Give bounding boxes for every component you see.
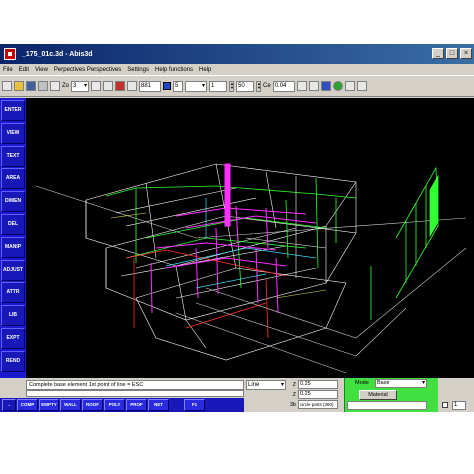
z-label-b: Z bbox=[292, 391, 296, 398]
refresh-icon[interactable] bbox=[115, 81, 126, 91]
green-fence bbox=[370, 166, 439, 320]
tab-comp[interactable]: COMP bbox=[17, 399, 38, 411]
ground-plane bbox=[35, 185, 467, 374]
ce-field[interactable]: 0.04 bbox=[272, 80, 295, 92]
field-fifty[interactable]: 50 bbox=[236, 80, 255, 92]
mode-panel: Mode Base Material bbox=[344, 378, 438, 412]
z-params: Z 0.25 Z 0.25 3b circle parts (360) bbox=[288, 380, 342, 412]
close-icon[interactable]: × bbox=[460, 48, 472, 59]
tab-roof[interactable]: ROOF bbox=[82, 399, 103, 411]
menu-edit[interactable]: Edit bbox=[19, 67, 29, 73]
undo-icon[interactable] bbox=[91, 81, 102, 91]
tab-prof[interactable]: PROF bbox=[126, 399, 147, 411]
3d-viewport[interactable] bbox=[26, 98, 474, 382]
app-window: _175_01c.3d - Abis3d _ □ × File Edit Vie… bbox=[0, 44, 474, 412]
color-field[interactable]: 5 bbox=[173, 80, 184, 92]
command-sidebar: ENTER VIEW TEXT AREA DIMEN DEL MANIP ADJ… bbox=[0, 98, 26, 386]
field-one[interactable]: 1 bbox=[209, 80, 228, 92]
length-label: 3b bbox=[289, 401, 296, 408]
print-icon[interactable] bbox=[38, 81, 48, 91]
sidebar-area-button[interactable]: AREA bbox=[1, 168, 25, 190]
sidebar-lib-button[interactable]: LIB bbox=[1, 305, 25, 327]
title-bar: _175_01c.3d - Abis3d _ □ × bbox=[0, 44, 474, 64]
tab-poly[interactable]: POLY bbox=[104, 399, 125, 411]
z-field-a[interactable]: 0.25 bbox=[298, 380, 338, 389]
z-label-a: Z bbox=[292, 381, 296, 388]
open-folder-icon[interactable] bbox=[14, 81, 24, 91]
sidebar-view-button[interactable]: VIEW bbox=[1, 122, 25, 144]
help-icon[interactable] bbox=[356, 81, 367, 91]
zo-select[interactable]: 3 bbox=[71, 80, 90, 92]
command-prompt: Complete base element 1st point of line … bbox=[26, 380, 244, 390]
redo-icon[interactable] bbox=[103, 81, 114, 91]
window-title: _175_01c.3d - Abis3d bbox=[22, 50, 93, 58]
spin-fifty[interactable]: ▲ ▼ bbox=[256, 80, 262, 92]
mode-label: Mode bbox=[355, 380, 369, 386]
app-icon bbox=[4, 48, 16, 60]
menu-view[interactable]: View bbox=[35, 67, 48, 73]
sidebar-text-button[interactable]: TEXT bbox=[1, 145, 25, 167]
save-icon[interactable] bbox=[26, 81, 36, 91]
tab-net[interactable]: NET bbox=[148, 399, 169, 411]
render-icon[interactable] bbox=[332, 81, 343, 91]
menu-help-functions[interactable]: Help functions bbox=[155, 67, 193, 73]
measure-icon[interactable] bbox=[296, 81, 307, 91]
line-type-select[interactable]: Line bbox=[246, 380, 286, 390]
grid-icon[interactable] bbox=[127, 81, 138, 91]
menu-help[interactable]: Help bbox=[199, 67, 211, 73]
mode-select[interactable]: Base bbox=[375, 379, 427, 388]
material-button[interactable]: Material bbox=[359, 390, 397, 400]
menu-bar: File Edit View Perpectives Perspectives … bbox=[0, 64, 474, 75]
side-panel: 1 bbox=[438, 378, 470, 412]
element-tabs: → COMP EMPTY WALL ROOF POLY PROF NET F1 bbox=[0, 398, 244, 412]
tab-arrow-icon[interactable]: → bbox=[2, 399, 16, 411]
spin-one[interactable]: ▲ ▼ bbox=[229, 80, 235, 92]
menu-settings[interactable]: Settings bbox=[127, 67, 149, 73]
tab-wall[interactable]: WALL bbox=[60, 399, 81, 411]
material-field[interactable] bbox=[347, 401, 427, 410]
new-file-icon[interactable] bbox=[2, 81, 12, 91]
sidebar-attr-button[interactable]: ATTR bbox=[1, 282, 25, 304]
sidebar-del-button[interactable]: DEL bbox=[1, 213, 25, 235]
mode-select[interactable] bbox=[185, 80, 208, 92]
ce-label: Ce bbox=[263, 83, 271, 89]
side-field[interactable]: 1 bbox=[452, 401, 466, 410]
building-wire-green bbox=[105, 177, 357, 289]
color-swatch[interactable] bbox=[163, 82, 172, 90]
menu-file[interactable]: File bbox=[3, 67, 13, 73]
zoom-icon[interactable] bbox=[50, 81, 60, 91]
sidebar-dimen-button[interactable]: DIMEN bbox=[1, 191, 25, 213]
sidebar-rend-button[interactable]: REND bbox=[1, 350, 25, 372]
layers-icon[interactable] bbox=[320, 81, 331, 91]
sidebar-expt-button[interactable]: EXPT bbox=[1, 327, 25, 349]
scale-field[interactable]: 881 bbox=[139, 80, 162, 92]
building-wire-cyan bbox=[165, 198, 317, 289]
snap-icon[interactable] bbox=[308, 81, 319, 91]
wireframe-model bbox=[35, 163, 467, 374]
sidebar-adjust-button[interactable]: ADJUST bbox=[1, 259, 25, 281]
command-input[interactable] bbox=[26, 390, 244, 397]
option-checkbox[interactable] bbox=[442, 402, 448, 408]
z-field-b[interactable]: 0.25 bbox=[298, 390, 338, 399]
tab-f1[interactable]: F1 bbox=[184, 399, 205, 411]
sidebar-manip-button[interactable]: MANIP bbox=[1, 236, 25, 258]
camera-icon[interactable] bbox=[344, 81, 355, 91]
zo-label: Zo bbox=[62, 83, 70, 89]
length-field[interactable]: circle parts (360) bbox=[298, 400, 338, 409]
minimize-icon[interactable]: _ bbox=[432, 48, 444, 59]
building-wire-magenta bbox=[150, 163, 317, 314]
maximize-icon[interactable]: □ bbox=[446, 48, 458, 59]
tab-empty[interactable]: EMPTY bbox=[39, 399, 59, 411]
sidebar-enter-button[interactable]: ENTER bbox=[1, 100, 25, 121]
toolbar: Zo 3 881 5 1 ▲▼ 50 ▲▼ Ce 0.04 bbox=[0, 75, 474, 97]
menu-perspectives[interactable]: Perpectives Perspectives bbox=[54, 67, 121, 73]
status-panel: Complete base element 1st point of line … bbox=[0, 378, 474, 412]
